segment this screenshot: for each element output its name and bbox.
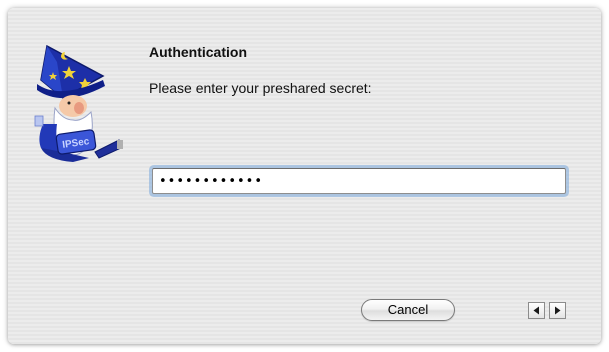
dialog-title: Authentication [149,44,247,60]
authentication-dialog: IPSec Authentication Please enter your p… [8,8,601,344]
triangle-right-icon [555,306,561,315]
preshared-secret-field[interactable] [152,168,566,194]
cancel-button[interactable]: Cancel [361,299,455,321]
secret-prompt: Please enter your preshared secret: [149,80,372,96]
triangle-left-icon [533,306,539,315]
next-button[interactable] [549,302,566,319]
previous-button[interactable] [528,302,545,319]
wizard-logo-icon: IPSec [34,44,123,162]
